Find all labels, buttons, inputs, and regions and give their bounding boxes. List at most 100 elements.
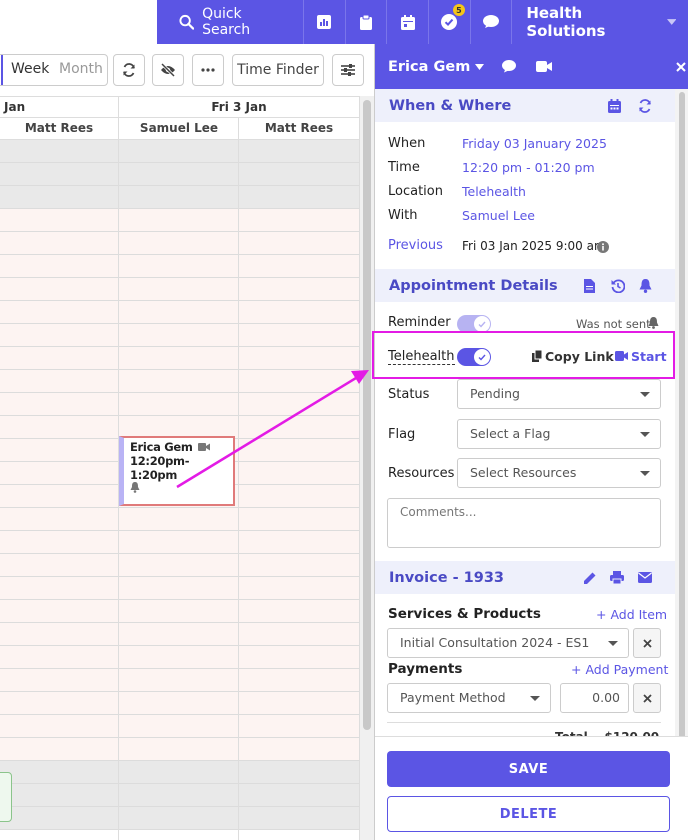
time-slot-row[interactable] bbox=[0, 209, 360, 232]
time-slot-row[interactable] bbox=[0, 324, 360, 347]
calendar-scrollbar-thumb[interactable] bbox=[363, 100, 371, 730]
flag-label: Flag bbox=[388, 427, 416, 442]
history-icon[interactable] bbox=[611, 279, 625, 293]
caret-down-icon[interactable] bbox=[475, 63, 485, 70]
view-month-button[interactable]: Month bbox=[59, 61, 103, 77]
time-slot-row[interactable] bbox=[0, 393, 360, 416]
time-slot-row[interactable] bbox=[0, 508, 360, 531]
filter-settings-button[interactable] bbox=[332, 54, 364, 86]
time-slot-row[interactable] bbox=[0, 554, 360, 577]
time-slot-row[interactable] bbox=[0, 669, 360, 692]
pencil-icon[interactable] bbox=[583, 571, 597, 585]
remove-service-button[interactable] bbox=[633, 628, 661, 658]
time-slot-row[interactable] bbox=[0, 715, 360, 738]
time-slot-row[interactable] bbox=[0, 278, 360, 301]
envelope-icon[interactable] bbox=[638, 572, 652, 583]
appointment-block[interactable]: Erica Gem 12:20pm-1:20pm bbox=[119, 436, 235, 506]
calendar-button[interactable] bbox=[387, 0, 429, 44]
flag-placeholder: Select a Flag bbox=[470, 426, 551, 441]
time-slot-row[interactable] bbox=[0, 623, 360, 646]
top-bar: Quick Search 5 Health Solutions bbox=[0, 0, 688, 44]
practitioner-header: Matt Rees bbox=[24, 121, 94, 135]
organization-name: Health Solutions bbox=[526, 4, 606, 40]
comments-placeholder: Comments... bbox=[400, 505, 477, 519]
view-week-button[interactable]: Week bbox=[11, 61, 49, 77]
payment-amount-input[interactable]: 0.00 bbox=[560, 683, 629, 713]
time-slot-row[interactable] bbox=[0, 232, 360, 255]
tasks-button[interactable]: 5 bbox=[429, 0, 471, 44]
panel-footer: SAVE DELETE bbox=[375, 736, 688, 840]
payment-method-select[interactable]: Payment Method bbox=[387, 683, 551, 713]
bell-icon[interactable] bbox=[639, 279, 652, 293]
caret-down-icon bbox=[640, 471, 650, 476]
location-value[interactable]: Telehealth bbox=[462, 184, 526, 199]
patient-name-dropdown[interactable]: Erica Gem bbox=[388, 59, 470, 75]
organization-menu[interactable]: Health Solutions bbox=[512, 0, 688, 44]
time-slot-row[interactable] bbox=[0, 163, 360, 186]
info-icon[interactable] bbox=[597, 241, 609, 253]
side-tab[interactable] bbox=[0, 772, 12, 822]
time-slot-row[interactable] bbox=[0, 140, 360, 163]
video-icon[interactable] bbox=[536, 61, 553, 72]
time-slot-row[interactable] bbox=[0, 255, 360, 278]
appointment-panel: Erica Gem When & Where When Friday 03 Ja… bbox=[374, 44, 688, 840]
previous-label[interactable]: Previous bbox=[388, 238, 443, 253]
time-slot-row[interactable] bbox=[0, 347, 360, 370]
add-item-button[interactable]: + Add Item bbox=[596, 607, 667, 622]
refresh-button[interactable] bbox=[113, 54, 145, 86]
comments-input[interactable]: Comments... bbox=[387, 498, 661, 548]
invoice-section-header: Invoice - 1933 bbox=[375, 561, 675, 594]
time-slot-row[interactable] bbox=[0, 370, 360, 393]
time-slot-row[interactable] bbox=[0, 186, 360, 209]
hide-button[interactable] bbox=[152, 54, 184, 86]
flag-select[interactable]: Select a Flag bbox=[457, 419, 661, 449]
quick-search-button[interactable]: Quick Search bbox=[157, 0, 304, 44]
status-label: Status bbox=[388, 387, 430, 402]
refresh-icon[interactable] bbox=[638, 99, 652, 113]
day-header: Fri 3 Jan bbox=[211, 100, 267, 114]
calendar-scrollbar[interactable] bbox=[360, 96, 374, 840]
time-slot-row[interactable] bbox=[0, 807, 360, 830]
calendar-icon[interactable] bbox=[608, 99, 621, 113]
caret-down-icon bbox=[608, 641, 618, 646]
day-header-row: Jan Fri 3 Jan bbox=[0, 96, 360, 118]
document-icon[interactable] bbox=[584, 279, 595, 293]
time-slot-row[interactable] bbox=[0, 761, 360, 784]
close-icon[interactable] bbox=[676, 61, 687, 72]
with-value[interactable]: Samuel Lee bbox=[462, 208, 535, 223]
section-title: Invoice - 1933 bbox=[389, 569, 505, 586]
practitioner-header-row: Matt Rees Samuel Lee Matt Rees bbox=[0, 118, 360, 140]
refresh-icon bbox=[123, 63, 135, 77]
location-label: Location bbox=[388, 184, 443, 199]
time-slot-row[interactable] bbox=[0, 692, 360, 715]
panel-scrollbar[interactable] bbox=[675, 89, 688, 742]
active-view-indicator bbox=[1, 55, 3, 85]
time-value[interactable]: 12:20 pm - 01:20 pm bbox=[462, 160, 595, 175]
appointment-time: 12:20pm-1:20pm bbox=[130, 454, 190, 482]
when-value[interactable]: Friday 03 January 2025 bbox=[462, 136, 607, 151]
service-select[interactable]: Initial Consultation 2024 - ES1 bbox=[387, 628, 629, 658]
status-value: Pending bbox=[470, 386, 520, 401]
time-slot-row[interactable] bbox=[0, 531, 360, 554]
remove-payment-button[interactable] bbox=[633, 683, 661, 713]
service-value: Initial Consultation 2024 - ES1 bbox=[400, 635, 590, 650]
clipboard-button[interactable] bbox=[346, 0, 388, 44]
resources-select[interactable]: Select Resources bbox=[457, 458, 661, 488]
time-slot-row[interactable] bbox=[0, 301, 360, 324]
more-options-button[interactable] bbox=[192, 54, 224, 86]
time-slot-row[interactable] bbox=[0, 784, 360, 807]
status-select[interactable]: Pending bbox=[457, 379, 661, 409]
chat-icon[interactable] bbox=[502, 60, 517, 73]
time-finder-button[interactable]: Time Finder bbox=[232, 54, 324, 86]
save-button[interactable]: SAVE bbox=[387, 751, 670, 787]
time-slot-row[interactable] bbox=[0, 577, 360, 600]
add-payment-button[interactable]: + Add Payment bbox=[571, 662, 668, 677]
messages-button[interactable] bbox=[471, 0, 513, 44]
printer-icon[interactable] bbox=[610, 571, 624, 584]
delete-button[interactable]: DELETE bbox=[387, 796, 670, 832]
time-slot-row[interactable] bbox=[0, 646, 360, 669]
time-slot-row[interactable] bbox=[0, 738, 360, 761]
reports-button[interactable] bbox=[304, 0, 346, 44]
time-slot-row[interactable] bbox=[0, 600, 360, 623]
panel-scrollbar-thumb[interactable] bbox=[679, 92, 685, 742]
